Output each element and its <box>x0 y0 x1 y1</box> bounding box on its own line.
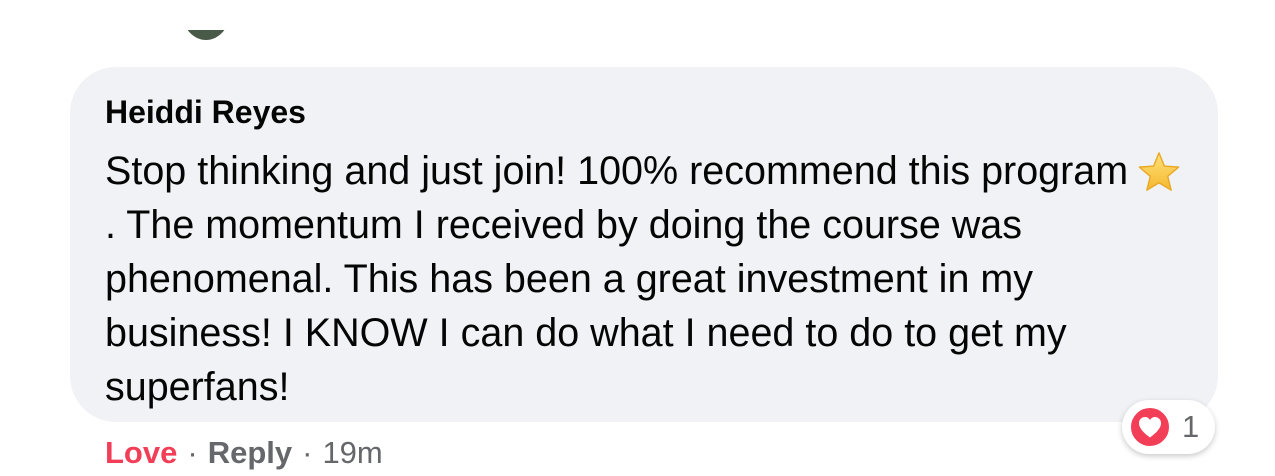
comment-author[interactable]: Heiddi Reyes <box>105 93 1182 131</box>
timestamp[interactable]: 19m <box>322 435 382 470</box>
separator: · <box>302 435 313 470</box>
reaction-count: 1 <box>1182 409 1200 444</box>
heart-icon <box>1129 406 1171 448</box>
comment-text-part2: . The momentum I received by doing the c… <box>105 203 1067 409</box>
comment-actions: Love · Reply · 19m <box>105 433 383 473</box>
reply-button[interactable]: Reply <box>208 435 292 470</box>
avatar[interactable] <box>178 30 234 48</box>
star-icon <box>1138 152 1180 191</box>
love-button[interactable]: Love <box>105 435 177 470</box>
comment-bubble: Heiddi Reyes Stop thinking and just join… <box>70 67 1218 422</box>
reaction-summary[interactable]: 1 <box>1122 400 1215 454</box>
comment-text: Stop thinking and just join! 100% recomm… <box>105 144 1185 414</box>
separator: · <box>187 435 198 470</box>
comment-text-part1: Stop thinking and just join! 100% recomm… <box>105 149 1129 193</box>
